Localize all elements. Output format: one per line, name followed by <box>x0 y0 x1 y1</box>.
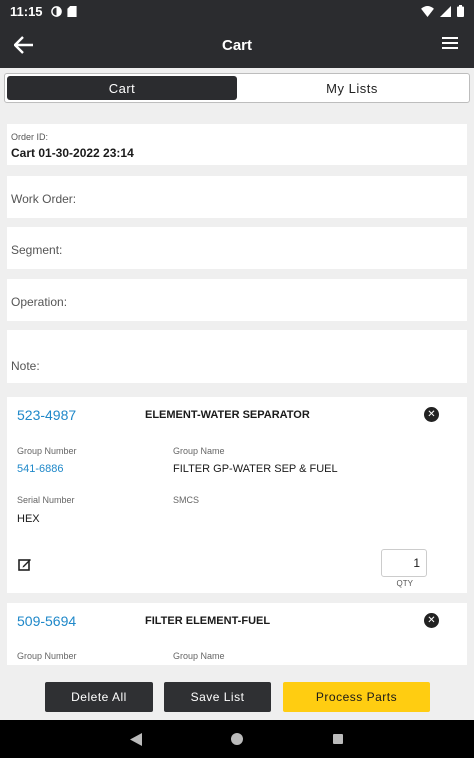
sync-icon <box>50 5 62 17</box>
battery-icon <box>457 5 464 17</box>
operation-field[interactable]: Operation: <box>7 279 467 321</box>
part-name: ELEMENT-WATER SEPARATOR <box>145 409 310 421</box>
remove-item-button[interactable]: ✕ <box>424 613 439 628</box>
work-order-label: Work Order: <box>11 192 77 206</box>
edit-icon <box>18 559 31 571</box>
nav-back-icon[interactable] <box>130 733 142 746</box>
menu-button[interactable] <box>442 36 460 54</box>
quantity-input[interactable]: 1 <box>381 549 427 577</box>
group-number-label: Group Number <box>17 651 77 661</box>
cart-item: 523-4987 ELEMENT-WATER SEPARATOR ✕ Group… <box>7 397 467 593</box>
part-number-link[interactable]: 509-5694 <box>17 613 76 629</box>
order-id-value: Cart 01-30-2022 23:14 <box>11 146 134 160</box>
delete-all-button[interactable]: Delete All <box>45 682 153 712</box>
group-number-label: Group Number <box>17 446 77 456</box>
close-icon: ✕ <box>427 409 436 420</box>
page-title: Cart <box>221 37 252 54</box>
tab-bar: Cart My Lists <box>4 73 470 103</box>
nav-home-icon[interactable] <box>231 733 243 745</box>
group-name-label: Group Name <box>173 446 225 456</box>
group-name-value: FILTER GP-WATER SEP & FUEL <box>173 463 338 475</box>
work-order-field[interactable]: Work Order: <box>7 176 467 218</box>
status-time: 11:15 <box>10 3 43 19</box>
save-list-button[interactable]: Save List <box>164 682 271 712</box>
order-id-card: Order ID: Cart 01-30-2022 23:14 <box>7 124 467 165</box>
hamburger-menu-icon <box>442 37 458 49</box>
operation-label: Operation: <box>11 295 68 309</box>
sd-card-icon <box>66 5 77 17</box>
group-name-label: Group Name <box>173 651 225 661</box>
smcs-label: SMCS <box>173 495 200 505</box>
qty-label: QTY <box>396 579 413 588</box>
note-field[interactable]: Note: <box>7 330 467 383</box>
tab-my-lists[interactable]: My Lists <box>237 76 467 100</box>
serial-number-label: Serial Number <box>17 495 75 505</box>
signal-icon <box>440 5 451 17</box>
remove-item-button[interactable]: ✕ <box>424 407 439 422</box>
note-label: Note: <box>11 359 40 373</box>
app-bar: Cart <box>0 22 474 68</box>
system-nav-bar <box>0 720 474 758</box>
close-icon: ✕ <box>427 615 436 626</box>
action-bar: Delete All Save List Process Parts <box>0 676 474 720</box>
process-parts-button[interactable]: Process Parts <box>283 682 430 712</box>
part-name: FILTER ELEMENT-FUEL <box>145 615 271 627</box>
segment-field[interactable]: Segment: <box>7 227 467 269</box>
nav-recents-icon[interactable] <box>333 734 343 744</box>
wifi-icon <box>421 5 434 17</box>
order-id-label: Order ID: <box>11 132 49 142</box>
status-bar: 11:15 <box>0 0 474 22</box>
segment-label: Segment: <box>11 243 63 257</box>
edit-note-button[interactable] <box>18 557 32 571</box>
group-number-link[interactable]: 541-6886 <box>17 463 64 475</box>
serial-number-value: HEX <box>17 513 40 525</box>
tab-cart[interactable]: Cart <box>7 76 237 100</box>
part-number-link[interactable]: 523-4987 <box>17 407 76 423</box>
cart-item: 509-5694 FILTER ELEMENT-FUEL ✕ Group Num… <box>7 603 467 665</box>
